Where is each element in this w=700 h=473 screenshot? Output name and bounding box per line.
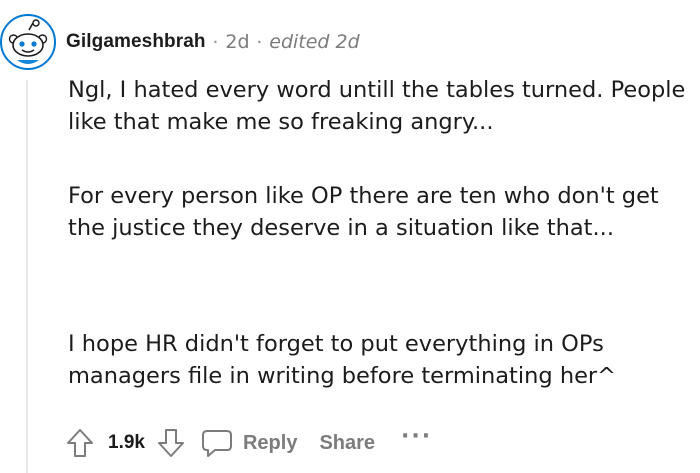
comment: Gilgameshbrah · 2d · edited 2d Ngl, I ha… bbox=[0, 0, 700, 473]
comment-paragraph: For every person like OP there are ten w… bbox=[68, 183, 659, 241]
downvote-arrow-icon bbox=[157, 429, 184, 457]
comment-bubble-icon bbox=[201, 430, 232, 457]
separator-dot: · bbox=[212, 31, 219, 53]
thread-line[interactable] bbox=[26, 80, 28, 473]
timestamp[interactable]: 2d bbox=[225, 31, 249, 53]
comment-paragraph: Ngl, I hated every word untill the table… bbox=[68, 77, 686, 135]
separator-dot: · bbox=[256, 31, 263, 53]
share-button[interactable]: Share bbox=[319, 432, 375, 455]
edited-label: edited 2d bbox=[269, 31, 360, 53]
vote-count: 1.9k bbox=[108, 432, 145, 453]
comment-header: Gilgameshbrah · 2d · edited 2d bbox=[66, 27, 360, 57]
avatar[interactable] bbox=[0, 14, 56, 70]
reply-label: Reply bbox=[242, 431, 298, 454]
upvote-arrow-icon bbox=[67, 429, 93, 457]
more-options-button[interactable]: ··· bbox=[401, 426, 432, 448]
comment-actions: 1.9k Reply Share ··· bbox=[60, 422, 432, 464]
comment-paragraph: I hope HR didn't forget to put everythin… bbox=[68, 331, 617, 389]
username[interactable]: Gilgameshbrah bbox=[66, 31, 206, 53]
downvote-button[interactable] bbox=[151, 423, 191, 463]
upvote-button[interactable] bbox=[60, 423, 100, 463]
reddit-snoo-avatar-icon bbox=[0, 14, 56, 70]
reply-button[interactable]: Reply bbox=[201, 428, 297, 458]
